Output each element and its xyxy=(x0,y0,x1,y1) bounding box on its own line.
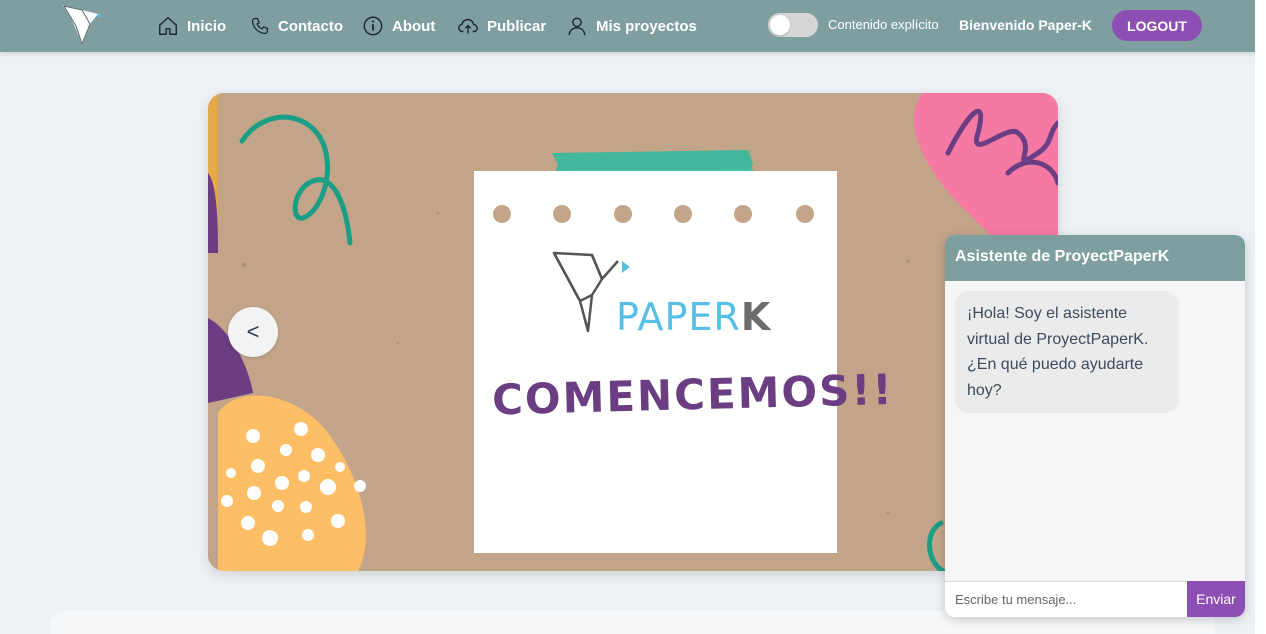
explicit-content-label: Contenido explícito xyxy=(828,17,939,32)
note-paper xyxy=(474,171,837,553)
welcome-text: Bienvenido Paper-K xyxy=(959,17,1093,33)
user-icon xyxy=(568,17,586,36)
nav-mis-proyectos[interactable]: Mis proyectos xyxy=(566,0,697,52)
navbar: Inicio Contacto About Publicar Mis proye… xyxy=(0,0,1266,52)
chat-send-button[interactable]: Enviar xyxy=(1187,581,1245,617)
note-hole xyxy=(674,205,692,223)
nav-mis-proyectos-label: Mis proyectos xyxy=(596,17,697,35)
phone-icon xyxy=(251,17,269,35)
brand-wordmark: PAPERK xyxy=(616,295,771,339)
headline-comencemos: COMENCEMOS!! xyxy=(491,364,895,425)
note-hole xyxy=(553,205,571,223)
nav-inicio[interactable]: Inicio xyxy=(157,0,226,52)
note-hole xyxy=(614,205,632,223)
chat-title: Asistente de ProyectPaperK xyxy=(945,235,1245,281)
chat-widget: Asistente de ProyectPaperK ¡Hola! Soy el… xyxy=(945,235,1245,617)
nav-inicio-label: Inicio xyxy=(187,17,227,35)
note-hole xyxy=(734,205,752,223)
nav-contacto-label: Contacto xyxy=(278,17,343,35)
chat-message-bot: ¡Hola! Soy el asistente virtual de Proye… xyxy=(955,291,1179,413)
logout-button[interactable]: LOGOUT xyxy=(1112,10,1202,41)
note-hole xyxy=(493,205,511,223)
hero-carousel: PAPERK COMENCEMOS!! < xyxy=(208,93,1058,571)
paperk-logo-icon[interactable] xyxy=(62,4,106,46)
nav-publicar[interactable]: Publicar xyxy=(457,0,546,52)
home-icon xyxy=(159,17,177,35)
cloud-upload-icon xyxy=(458,18,478,34)
page-scrollbar[interactable] xyxy=(1255,0,1266,634)
nav-about[interactable]: About xyxy=(362,0,435,52)
toggle-knob xyxy=(770,15,790,35)
brand-k-text: K xyxy=(740,295,772,339)
nav-about-label: About xyxy=(392,17,436,35)
chat-message-input[interactable] xyxy=(945,581,1187,617)
note-hole xyxy=(796,205,814,223)
carousel-prev-button[interactable]: < xyxy=(228,307,278,357)
explicit-content-toggle[interactable] xyxy=(768,13,818,37)
nav-contacto[interactable]: Contacto xyxy=(250,0,343,52)
info-icon xyxy=(363,16,383,36)
nav-publicar-label: Publicar xyxy=(487,17,547,35)
brand-paper-text: PAPER xyxy=(616,295,741,339)
